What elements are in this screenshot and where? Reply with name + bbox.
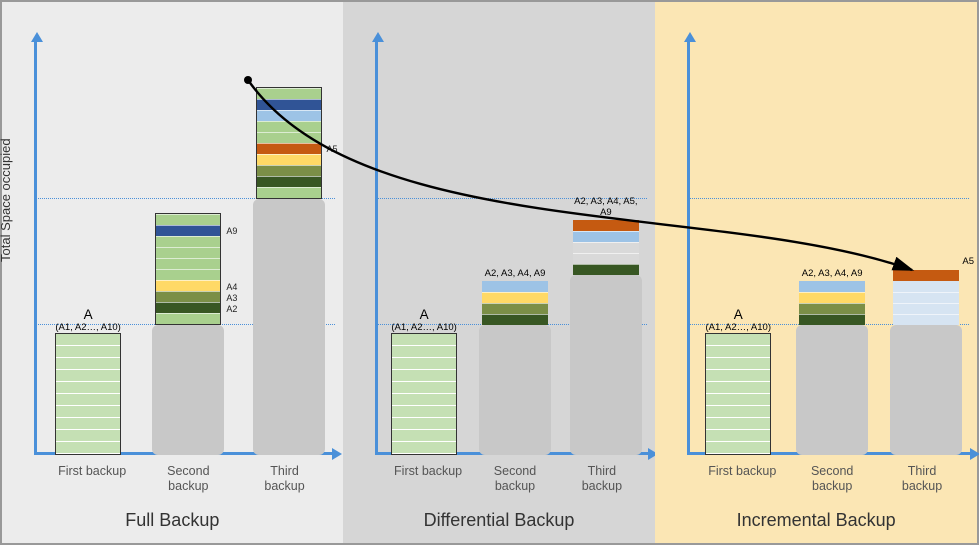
label-a2: A2 xyxy=(226,304,237,314)
stack-diff-second xyxy=(482,281,548,325)
stack-diff-first xyxy=(391,333,457,455)
datalabel-a: A (A1, A2…, A10) xyxy=(706,307,771,333)
stack-incr-third xyxy=(893,270,959,281)
datalabel-title: A xyxy=(734,307,743,322)
y-axis xyxy=(687,40,690,455)
xlabel-third: Third backup xyxy=(886,464,958,495)
label-a3: A3 xyxy=(226,293,237,303)
xlabel-first: First backup xyxy=(56,464,128,495)
datalabel-sub: (A1, A2…, A10) xyxy=(55,322,120,333)
datalabel-title: A xyxy=(420,307,429,322)
bars-diff: A (A1, A2…, A10) A2, A3, A4, A9 xyxy=(385,196,646,455)
label-incr-third: A5 xyxy=(962,256,974,267)
panel-title-incr: Incremental Backup xyxy=(655,510,977,531)
label-incr-second: A2, A3, A4, A9 xyxy=(802,268,863,279)
panel-differential-backup: A (A1, A2…, A10) A2, A3, A4, A9 xyxy=(343,2,656,543)
panel-title-diff: Differential Backup xyxy=(343,510,656,531)
bar-diff-second: A2, A3, A4, A9 xyxy=(479,268,551,455)
stack-incr-first xyxy=(705,333,771,455)
prior-space-shadow xyxy=(890,325,962,455)
bar-diff-third: A2, A3, A4, A5, A9 xyxy=(570,196,642,455)
xlabels-incr: First backup Second backup Third backup xyxy=(697,464,967,495)
bar-incr-first: A (A1, A2…, A10) xyxy=(702,307,774,455)
xlabel-second: Second backup xyxy=(152,464,224,495)
label-diff-second: A2, A3, A4, A9 xyxy=(485,268,546,279)
panel-full-backup: Total Space occupied A (A1, A2…, A10) xyxy=(2,2,343,543)
prior-space-shadow xyxy=(152,325,224,455)
label-a5: A5 xyxy=(327,144,338,154)
y-axis xyxy=(34,40,37,455)
bar-incr-second: A2, A3, A4, A9 xyxy=(796,268,868,455)
panel-title-full: Full Backup xyxy=(2,510,343,531)
xlabel-second: Second backup xyxy=(796,464,868,495)
label-a4: A4 xyxy=(226,282,237,292)
y-axis xyxy=(375,40,378,455)
prior-space-shadow xyxy=(253,199,325,455)
datalabel-a: A (A1, A2…, A10) xyxy=(55,307,120,333)
bar-full-third: A5 xyxy=(253,87,325,455)
label-diff-third: A2, A3, A4, A5, A9 xyxy=(570,196,642,218)
backup-comparison-diagram: Total Space occupied A (A1, A2…, A10) xyxy=(0,0,979,545)
xlabel-third: Third backup xyxy=(249,464,321,495)
stack-full-third: A5 xyxy=(256,87,322,199)
label-a9: A9 xyxy=(226,226,237,236)
prior-space-shadow xyxy=(479,325,551,455)
bars-full: A (A1, A2…, A10) xyxy=(44,87,333,455)
datalabel-title: A xyxy=(84,307,93,322)
datalabel-a: A (A1, A2…, A10) xyxy=(391,307,456,333)
stack-incr-second xyxy=(799,281,865,325)
bar-full-second: A2 A3 A4 A9 xyxy=(152,213,224,455)
stack-full-second: A2 A3 A4 A9 xyxy=(155,213,221,325)
bar-diff-first: A (A1, A2…, A10) xyxy=(388,307,460,455)
xlabels-full: First backup Second backup Third backup xyxy=(44,464,333,495)
bars-incr: A (A1, A2…, A10) A2, A3, A4, A9 xyxy=(697,268,967,455)
panel-incremental-backup: A (A1, A2…, A10) A2, A3, A4, A9 xyxy=(655,2,977,543)
xlabels-diff: First backup Second backup Third backup xyxy=(385,464,646,495)
xlabel-second: Second backup xyxy=(479,464,551,495)
prior-space-shadow xyxy=(570,275,642,455)
bar-full-first: A (A1, A2…, A10) xyxy=(52,307,124,455)
datalabel-sub: (A1, A2…, A10) xyxy=(706,322,771,333)
faded-prior-segments xyxy=(893,281,959,325)
xlabel-first: First backup xyxy=(392,464,464,495)
xlabel-third: Third backup xyxy=(566,464,638,495)
stack-full-first xyxy=(55,333,121,455)
stack-diff-third xyxy=(573,220,639,275)
xlabel-first: First backup xyxy=(706,464,778,495)
datalabel-sub: (A1, A2…, A10) xyxy=(391,322,456,333)
bar-incr-third: A5 xyxy=(890,270,962,455)
prior-space-shadow xyxy=(796,325,868,455)
reference-line-high xyxy=(689,198,969,199)
y-axis-label: Total Space occupied xyxy=(0,138,13,262)
